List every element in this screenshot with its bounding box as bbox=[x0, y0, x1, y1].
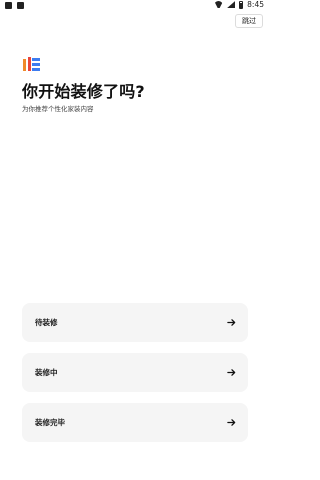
page-subtitle: 为你推荐个性化家装内容 bbox=[22, 105, 94, 113]
status-time: 8:45 bbox=[247, 0, 264, 9]
skip-button[interactable]: 跳过 bbox=[235, 14, 263, 28]
option-not-started[interactable]: 待装修 bbox=[22, 303, 248, 342]
arrow-right-icon bbox=[227, 319, 236, 326]
wifi-icon bbox=[214, 1, 223, 8]
arrow-right-icon bbox=[227, 419, 236, 426]
signal-icon bbox=[227, 1, 236, 8]
arrow-right-icon bbox=[227, 369, 236, 376]
app-logo-icon bbox=[23, 57, 40, 71]
battery-icon bbox=[239, 0, 244, 9]
option-in-progress[interactable]: 装修中 bbox=[22, 353, 248, 392]
option-label: 待装修 bbox=[35, 318, 58, 327]
notification-icons bbox=[5, 2, 24, 9]
status-bar: 8:45 bbox=[0, 0, 270, 12]
notification-icon bbox=[5, 2, 12, 9]
option-completed[interactable]: 装修完毕 bbox=[22, 403, 248, 442]
system-icons: 8:45 bbox=[214, 0, 264, 9]
notification-icon-2 bbox=[17, 2, 24, 9]
page-title: 你开始装修了吗? bbox=[22, 82, 145, 101]
option-label: 装修完毕 bbox=[35, 418, 65, 427]
option-label: 装修中 bbox=[35, 368, 58, 377]
